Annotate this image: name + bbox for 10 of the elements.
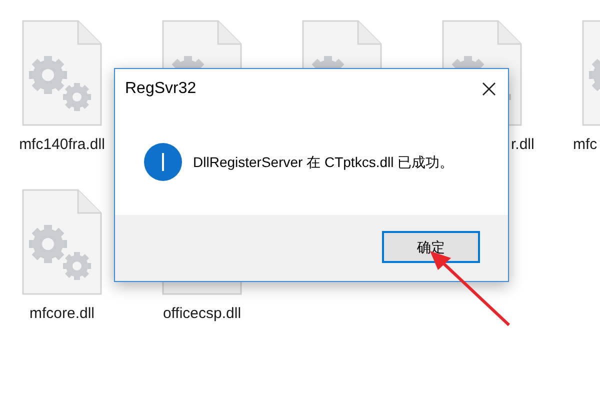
file-name[interactable]: officecsp.dll [132, 303, 272, 323]
file-gear-icon [22, 189, 102, 295]
ok-button[interactable]: 确定 [382, 231, 480, 263]
window-title: RegSvr32 [125, 79, 196, 99]
file-name[interactable]: mfcore.dll [0, 303, 132, 323]
file-gear-icon [22, 20, 102, 126]
close-icon[interactable] [482, 82, 496, 96]
file-name[interactable]: mfc [552, 134, 600, 154]
message-text: DllRegisterServer 在 CTptkcs.dll 已成功。 [193, 152, 454, 172]
info-icon [144, 143, 182, 181]
